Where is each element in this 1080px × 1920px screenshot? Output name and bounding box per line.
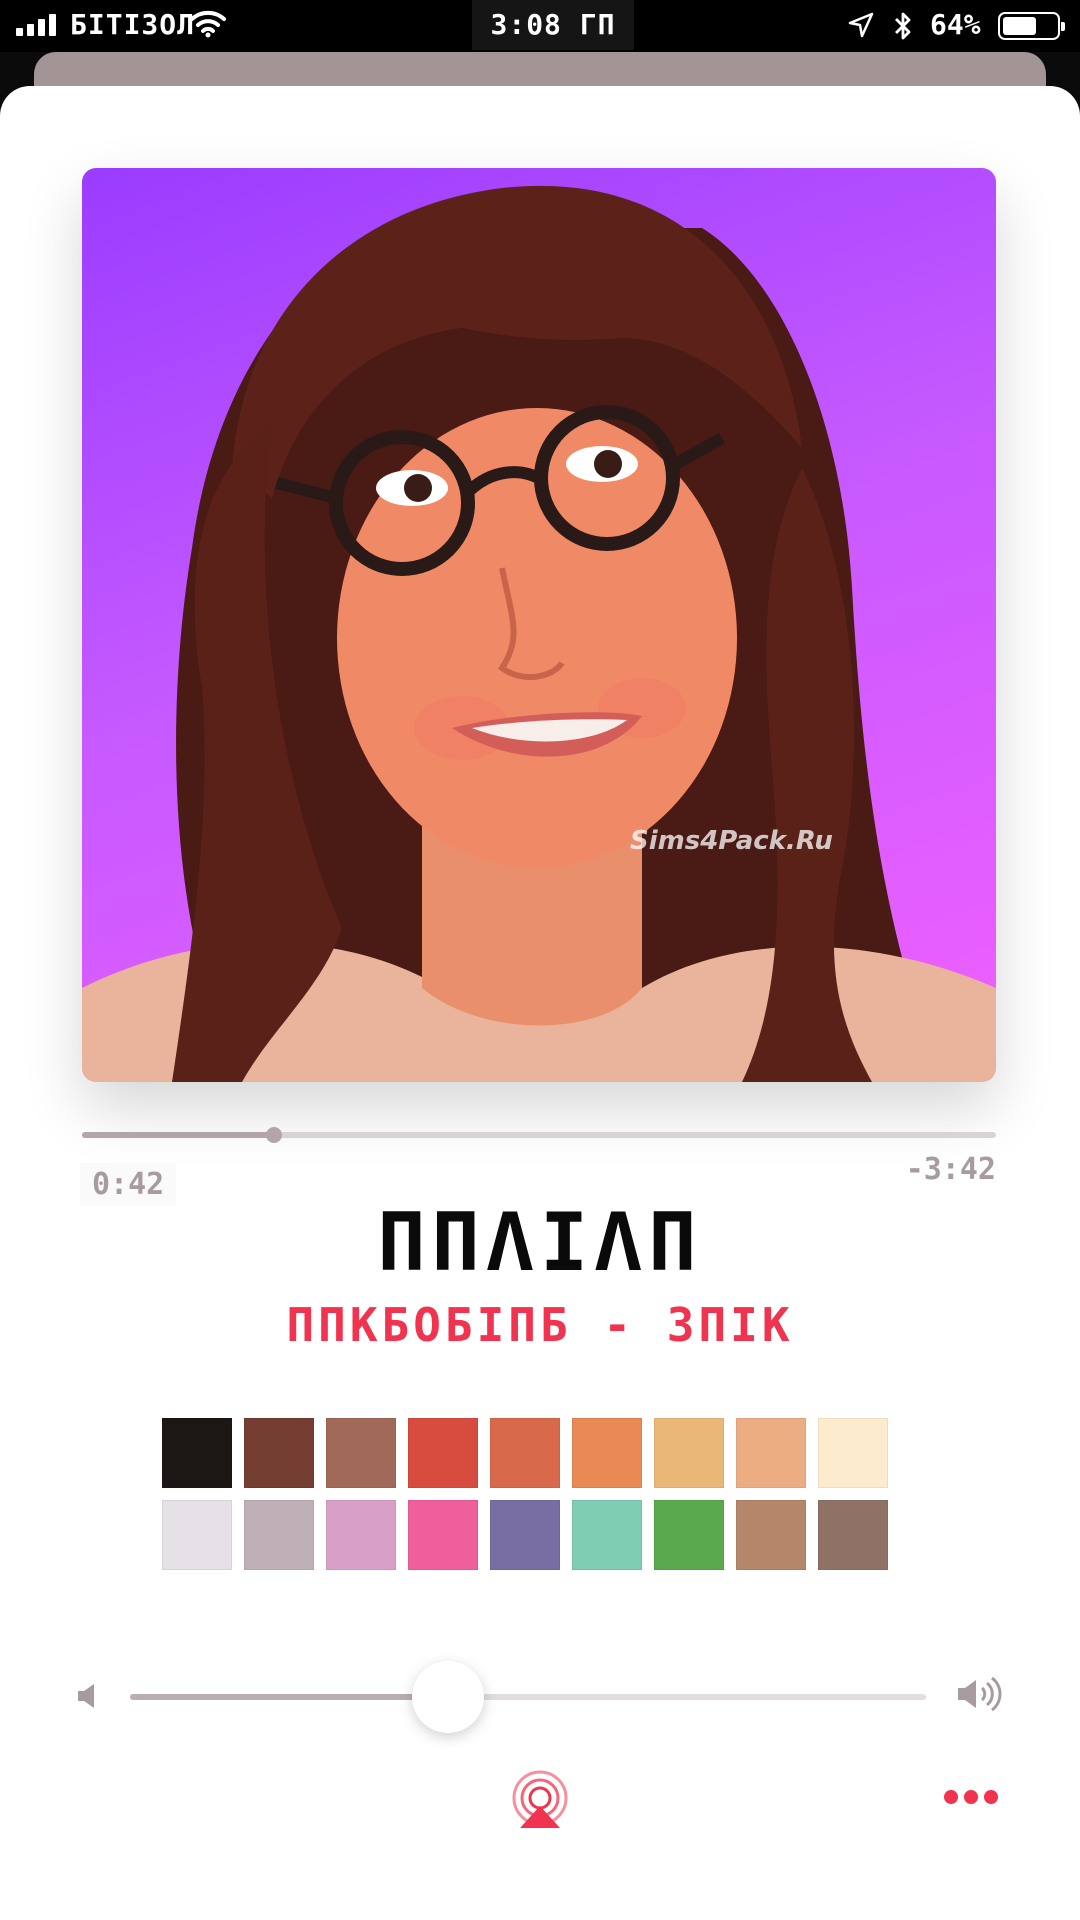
progress-fill <box>82 1132 274 1138</box>
airplay-icon[interactable] <box>508 1770 572 1830</box>
volume-high-icon <box>958 1676 1002 1712</box>
clock-area: 3:08 ГП <box>472 0 634 50</box>
volume-slider[interactable] <box>130 1661 926 1733</box>
color-swatch[interactable] <box>326 1418 396 1488</box>
color-swatch[interactable] <box>736 1418 806 1488</box>
wifi-icon <box>190 10 226 38</box>
more-options-button[interactable] <box>944 1786 1000 1810</box>
color-swatch[interactable] <box>572 1500 642 1570</box>
color-swatch-grid <box>162 1418 892 1570</box>
color-swatch[interactable] <box>408 1500 478 1570</box>
color-swatch[interactable] <box>244 1418 314 1488</box>
color-swatch[interactable] <box>244 1500 314 1570</box>
color-swatch[interactable] <box>490 1500 560 1570</box>
volume-low-icon <box>78 1684 94 1708</box>
song-artist[interactable]: ΠΠΚБОБІΠБ - ЗΠІК <box>0 1298 1080 1352</box>
location-arrow-icon <box>848 12 874 38</box>
color-swatch[interactable] <box>572 1418 642 1488</box>
character-portrait <box>82 185 996 1082</box>
remaining-time: -3:42 <box>905 1152 996 1187</box>
progress-scrubber[interactable] <box>265 1127 282 1143</box>
playback-progress-bar[interactable] <box>82 1127 996 1143</box>
battery-percent: 64% <box>930 8 981 41</box>
volume-fill <box>130 1694 449 1700</box>
color-swatch[interactable] <box>162 1418 232 1488</box>
color-swatch[interactable] <box>162 1500 232 1570</box>
status-bar: БІТІЗОЛ 3:08 ГП 64% <box>0 0 1080 52</box>
signal-icon <box>16 14 58 36</box>
color-swatch[interactable] <box>818 1418 888 1488</box>
bluetooth-icon <box>895 12 911 40</box>
status-time: 3:08 ГП <box>490 8 616 41</box>
color-swatch[interactable] <box>654 1418 724 1488</box>
color-swatch[interactable] <box>736 1500 806 1570</box>
color-swatch[interactable] <box>490 1418 560 1488</box>
volume-knob[interactable] <box>412 1661 485 1733</box>
carrier-name: БІТІЗОЛ <box>70 8 196 41</box>
color-swatch[interactable] <box>818 1500 888 1570</box>
album-artwork: Sims4Pack.Ru <box>82 168 996 1082</box>
color-swatch[interactable] <box>408 1418 478 1488</box>
song-title: ΠΠΛΙΛΠ <box>377 1196 703 1289</box>
battery-icon <box>998 12 1065 40</box>
color-swatch[interactable] <box>326 1500 396 1570</box>
artwork-watermark: Sims4Pack.Ru <box>630 826 833 856</box>
color-swatch[interactable] <box>654 1500 724 1570</box>
